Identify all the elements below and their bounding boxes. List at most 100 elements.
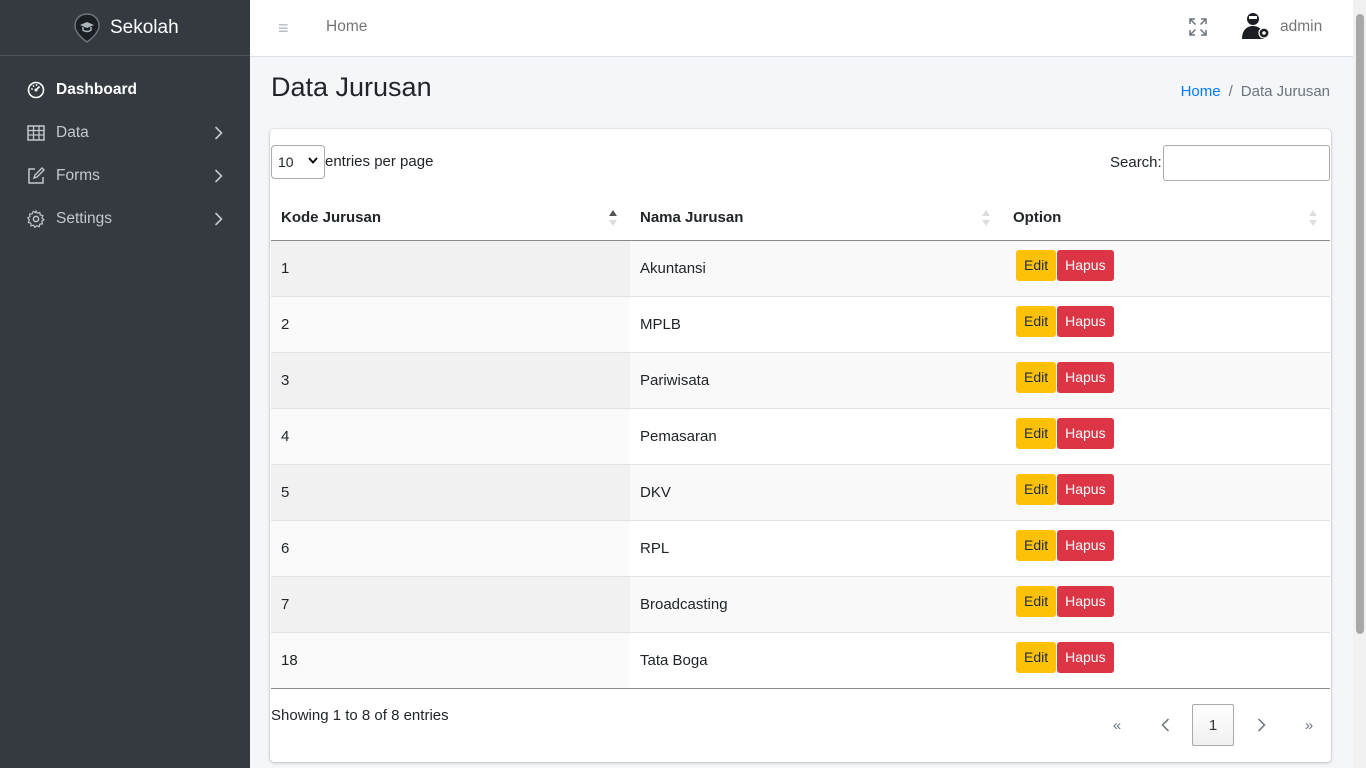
entries-per-page-select[interactable]: 10 (271, 145, 325, 179)
top-navbar: ≡ Home admin (250, 0, 1353, 57)
edit-button[interactable]: Edit (1016, 473, 1057, 505)
cell-kode: 2 (271, 296, 630, 353)
user-name[interactable]: admin (1280, 18, 1322, 36)
delete-button[interactable]: Hapus (1057, 305, 1114, 337)
pagination-last[interactable]: » (1285, 704, 1333, 746)
chevron-right-icon (212, 211, 224, 226)
sidebar-item-label: Data (56, 123, 89, 141)
sidebar-item-dashboard[interactable]: Dashboard (0, 68, 250, 111)
page-scrollbar[interactable] (1353, 0, 1366, 768)
column-header-label: Nama Jurusan (640, 208, 744, 226)
scrollbar-thumb[interactable] (1356, 14, 1364, 634)
column-header-label: Kode Jurusan (281, 208, 382, 226)
sidebar-item-settings[interactable]: Settings (0, 197, 250, 240)
brand[interactable]: Sekolah (0, 0, 250, 56)
chevron-down-icon (308, 156, 318, 167)
chevron-right-icon (1257, 718, 1266, 732)
edit-button[interactable]: Edit (1016, 417, 1057, 449)
cell-nama: RPL (630, 520, 1003, 577)
breadcrumb: Home / Data Jurusan (1181, 83, 1330, 100)
cell-kode: 5 (271, 464, 630, 521)
entries-per-page-label: entries per page (325, 153, 434, 170)
edit-button[interactable]: Edit (1016, 585, 1057, 617)
delete-button[interactable]: Hapus (1057, 641, 1114, 673)
cell-nama: DKV (630, 464, 1003, 521)
delete-button[interactable]: Hapus (1057, 585, 1114, 617)
brand-name: Sekolah (110, 16, 179, 38)
sidebar-item-data[interactable]: Data (0, 111, 250, 154)
pagination-page-current[interactable]: 1 (1192, 704, 1234, 746)
sidebar-item-forms[interactable]: Forms (0, 154, 250, 197)
breadcrumb-separator: / (1228, 83, 1233, 100)
delete-button[interactable]: Hapus (1057, 249, 1114, 281)
delete-button[interactable]: Hapus (1057, 473, 1114, 505)
cell-option: Edit Hapus (1003, 408, 1330, 465)
top-home-link[interactable]: Home (326, 18, 367, 36)
user-avatar[interactable] (1238, 9, 1272, 43)
table-row: 3 Pariwisata Edit Hapus (271, 352, 1330, 409)
sidebar: Sekolah Dashboard Data Forms Settings (0, 0, 250, 768)
sidebar-nav: Dashboard Data Forms Settings (0, 56, 250, 240)
pagination: « 1 » (1093, 704, 1333, 746)
edit-icon (26, 166, 46, 186)
pagination-first[interactable]: « (1093, 704, 1141, 746)
table-row: 2 MPLB Edit Hapus (271, 296, 1330, 353)
cell-option: Edit Hapus (1003, 464, 1330, 521)
table-row: 6 RPL Edit Hapus (271, 520, 1330, 577)
chevron-right-icon (212, 125, 224, 140)
table-row: 1 Akuntansi Edit Hapus (271, 240, 1330, 297)
column-header-nama[interactable]: Nama Jurusan (630, 195, 1003, 241)
chevron-left-icon (1160, 718, 1169, 732)
delete-button[interactable]: Hapus (1057, 529, 1114, 561)
pagination-prev[interactable] (1141, 704, 1189, 746)
edit-button[interactable]: Edit (1016, 249, 1057, 281)
breadcrumb-current: Data Jurusan (1240, 83, 1330, 100)
cell-kode: 7 (271, 576, 630, 633)
sidebar-item-label: Forms (56, 166, 100, 184)
cell-kode: 6 (271, 520, 630, 577)
pagination-next[interactable] (1237, 704, 1285, 746)
fullscreen-icon[interactable] (1188, 17, 1208, 37)
cell-kode: 18 (271, 632, 630, 689)
cell-kode: 1 (271, 240, 630, 297)
sidebar-item-label: Dashboard (56, 80, 137, 98)
cell-option: Edit Hapus (1003, 520, 1330, 577)
table-header-row: Kode Jurusan Nama Jurusan Option (271, 195, 1330, 241)
sort-icon (1308, 209, 1318, 227)
cell-option: Edit Hapus (1003, 240, 1330, 297)
cell-nama: Tata Boga (630, 632, 1003, 689)
edit-button[interactable]: Edit (1016, 529, 1057, 561)
gear-icon (26, 209, 46, 229)
sort-ascending-icon (608, 209, 618, 227)
table-row: 7 Broadcasting Edit Hapus (271, 576, 1330, 633)
search-input[interactable] (1163, 145, 1330, 181)
cell-option: Edit Hapus (1003, 576, 1330, 633)
edit-button[interactable]: Edit (1016, 305, 1057, 337)
delete-button[interactable]: Hapus (1057, 361, 1114, 393)
cell-nama: Pariwisata (630, 352, 1003, 409)
cell-nama: Akuntansi (630, 240, 1003, 297)
cell-kode: 4 (271, 408, 630, 465)
cell-option: Edit Hapus (1003, 352, 1330, 409)
chevron-right-icon (212, 168, 224, 183)
page-title: Data Jurusan (271, 72, 432, 102)
edit-button[interactable]: Edit (1016, 361, 1057, 393)
school-logo-icon (72, 11, 102, 45)
delete-button[interactable]: Hapus (1057, 417, 1114, 449)
cell-option: Edit Hapus (1003, 296, 1330, 353)
table-info: Showing 1 to 8 of 8 entries (271, 707, 449, 724)
column-header-kode[interactable]: Kode Jurusan (271, 195, 630, 241)
menu-toggle-icon[interactable]: ≡ (278, 18, 294, 38)
sort-icon (981, 209, 991, 227)
sidebar-item-label: Settings (56, 209, 113, 227)
column-header-label: Option (1013, 208, 1062, 226)
gauge-icon (26, 80, 46, 100)
column-header-option[interactable]: Option (1003, 195, 1330, 241)
table-row: 4 Pemasaran Edit Hapus (271, 408, 1330, 465)
jurusan-table: Kode Jurusan Nama Jurusan Option 1 Akunt… (271, 195, 1330, 689)
search-label: Search: (1110, 154, 1162, 171)
table-icon (26, 123, 46, 143)
breadcrumb-home-link[interactable]: Home (1181, 83, 1221, 100)
edit-button[interactable]: Edit (1016, 641, 1057, 673)
table-row: 5 DKV Edit Hapus (271, 464, 1330, 521)
